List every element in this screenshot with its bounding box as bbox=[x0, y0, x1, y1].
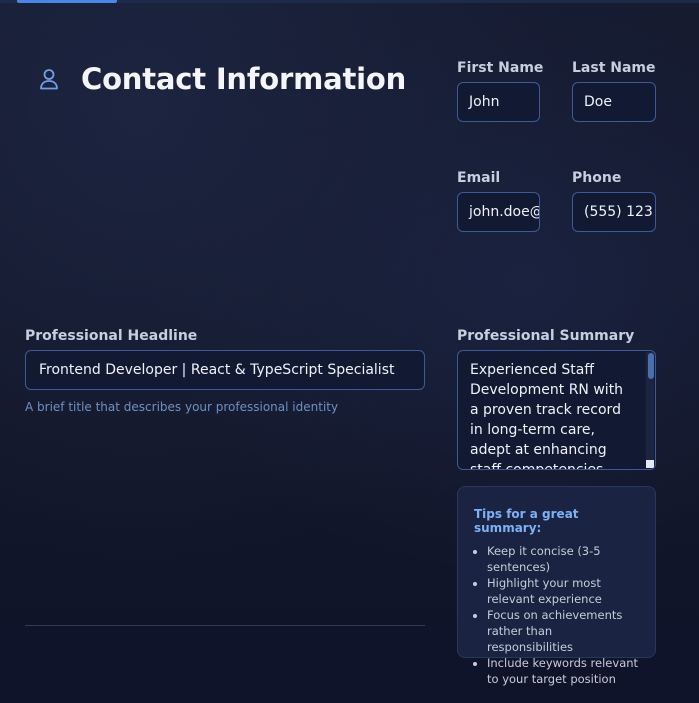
email-label: Email bbox=[457, 170, 501, 186]
tip-item: Focus on achievements rather than respon… bbox=[487, 607, 641, 655]
phone-input[interactable]: (555) 123 bbox=[572, 192, 656, 232]
summary-textarea[interactable]: Experienced Staff Development RN with a … bbox=[457, 350, 656, 470]
section-header: Contact Information bbox=[36, 62, 406, 96]
resize-handle-icon[interactable] bbox=[646, 460, 654, 468]
tips-list: Keep it concise (3-5 sentences) Highligh… bbox=[474, 543, 641, 687]
tips-card: Tips for a great summary: Keep it concis… bbox=[457, 486, 656, 686]
tip-item: Include keywords relevant to your target… bbox=[487, 655, 641, 687]
first-name-label: First Name bbox=[457, 60, 544, 76]
summary-label: Professional Summary bbox=[457, 328, 635, 344]
headline-input[interactable]: Frontend Developer | React & TypeScript … bbox=[25, 350, 425, 390]
phone-label: Phone bbox=[572, 170, 622, 186]
section-divider bbox=[25, 625, 425, 626]
headline-helper-text: A brief title that describes your profes… bbox=[25, 400, 339, 414]
tip-item: Highlight your most relevant experience bbox=[487, 575, 641, 607]
user-icon bbox=[36, 66, 62, 92]
first-name-input[interactable]: John bbox=[457, 82, 540, 122]
last-name-label: Last Name bbox=[572, 60, 656, 76]
email-input[interactable]: john.doe@ bbox=[457, 192, 540, 232]
summary-text: Experienced Staff Development RN with a … bbox=[470, 362, 624, 470]
last-name-input[interactable]: Doe bbox=[572, 82, 656, 122]
headline-label: Professional Headline bbox=[25, 328, 198, 344]
tip-item: Keep it concise (3-5 sentences) bbox=[487, 543, 641, 575]
step-progress-indicator bbox=[17, 0, 117, 3]
page-title: Contact Information bbox=[81, 62, 407, 96]
tips-title: Tips for a great summary: bbox=[474, 507, 579, 535]
summary-scrollbar-thumb[interactable] bbox=[648, 353, 654, 379]
